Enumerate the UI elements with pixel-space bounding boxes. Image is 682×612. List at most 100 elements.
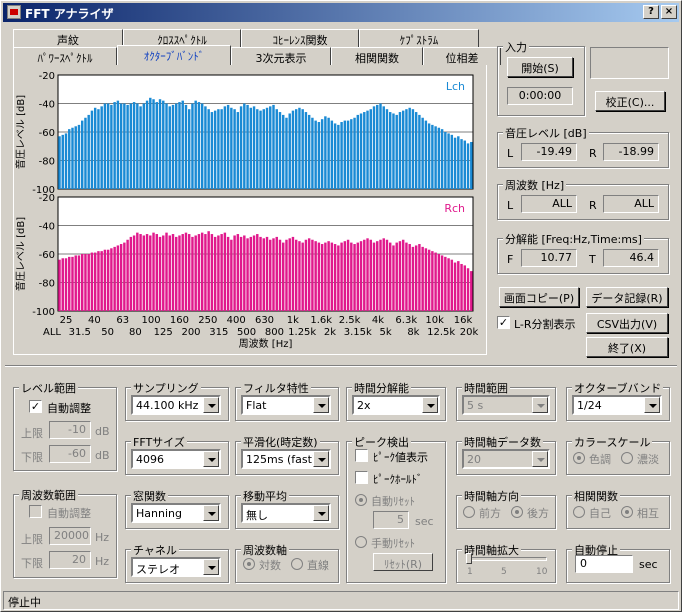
bar	[136, 232, 139, 312]
chevron-down-icon[interactable]	[313, 451, 329, 467]
x-tick-label: ALL	[43, 327, 61, 338]
bar	[184, 104, 188, 189]
bar	[106, 249, 110, 311]
freq-auto-checkbox[interactable]	[29, 505, 42, 518]
exit-button[interactable]: 終了(X)	[586, 337, 668, 357]
peak-hold-checkbox[interactable]	[355, 471, 368, 484]
tab-6[interactable]: ｵｸﾀｰﾌﾞﾊﾞﾝﾄﾞ	[117, 45, 231, 65]
color-scale-color-radio[interactable]	[573, 452, 585, 464]
time-zoom-thumb[interactable]	[466, 553, 472, 564]
x-tick-label: 31.5	[69, 327, 91, 338]
time-zoom-track[interactable]	[467, 557, 547, 561]
bar	[369, 109, 372, 189]
bar	[330, 120, 334, 189]
octave-select[interactable]: 1/24	[572, 395, 662, 415]
filter-select[interactable]: Flat	[241, 395, 331, 415]
bar	[113, 246, 116, 312]
tab-7[interactable]: 3次元表示	[231, 47, 331, 65]
color-scale-shade-radio[interactable]	[621, 452, 633, 464]
bar	[207, 109, 210, 189]
chevron-down-icon[interactable]	[532, 397, 548, 413]
level-auto-checkbox[interactable]: ✓	[29, 400, 42, 413]
screen-copy-button[interactable]: 画面コピー(P)	[499, 287, 579, 307]
correlation-self-radio[interactable]	[573, 506, 585, 518]
bar	[184, 232, 188, 312]
chevron-down-icon[interactable]	[532, 451, 548, 467]
bar	[217, 235, 220, 311]
app-icon	[7, 5, 21, 19]
bar	[223, 106, 227, 189]
bar	[200, 232, 204, 312]
moving-avg-select[interactable]: 無し	[241, 503, 331, 523]
chevron-down-icon[interactable]	[203, 559, 219, 575]
time-dir-back-radio[interactable]	[511, 506, 523, 518]
chevron-down-icon[interactable]	[644, 397, 660, 413]
fft-size-select[interactable]: 4096	[131, 449, 221, 469]
sampling-select[interactable]: 44.100 kHz	[131, 395, 221, 415]
freq-axis-linear-label: 直線	[307, 559, 329, 572]
smoothing-select[interactable]: 125ms (fast)	[241, 449, 331, 469]
peak-show-label: ﾋﾟｰｸ値表示	[373, 451, 428, 464]
bar	[243, 103, 246, 189]
bar	[77, 255, 81, 311]
bar	[275, 109, 278, 189]
bar	[110, 248, 113, 311]
bar	[311, 239, 314, 311]
time-range-select[interactable]: 5 s	[462, 395, 550, 415]
chevron-down-icon[interactable]	[422, 397, 438, 413]
freq-axis-log-radio[interactable]	[243, 558, 255, 570]
chevron-down-icon[interactable]	[203, 397, 219, 413]
bar	[152, 99, 155, 189]
tab-1[interactable]: 声紋	[13, 29, 123, 47]
reset-button[interactable]: ﾘｾｯﾄ(R)	[373, 553, 433, 571]
correlation-mutual-radio[interactable]	[621, 506, 633, 518]
bar	[460, 263, 463, 311]
time-data-select[interactable]: 20	[462, 449, 550, 469]
chevron-down-icon[interactable]	[313, 397, 329, 413]
bar	[249, 107, 253, 189]
window-fn-select[interactable]: Hanning	[131, 503, 221, 523]
bar	[103, 249, 107, 311]
tab-5[interactable]: ﾊﾟﾜｰｽﾍﾟｸﾄﾙ	[13, 47, 117, 65]
time-dir-front-radio[interactable]	[463, 506, 475, 518]
lr-split-checkbox[interactable]: ✓	[497, 316, 510, 329]
level-lower-field[interactable]: -60	[49, 445, 91, 463]
bar	[421, 117, 424, 189]
close-button[interactable]: ×	[661, 5, 677, 19]
bar	[395, 114, 398, 189]
chevron-down-icon[interactable]	[203, 451, 219, 467]
start-button[interactable]: 開始(S)	[507, 57, 573, 77]
calibrate-button[interactable]: 校正(C)...	[595, 91, 665, 111]
channel-select[interactable]: ステレオ	[131, 557, 221, 577]
help-button[interactable]: ?	[643, 5, 659, 19]
auto-stop-field[interactable]: 0	[575, 555, 633, 573]
sampling-value: 44.100 kHz	[136, 399, 199, 412]
tab-3[interactable]: ｺﾋｰﾚﾝｽ関数	[241, 29, 359, 47]
data-record-button[interactable]: データ記録(R)	[586, 287, 668, 307]
chevron-down-icon[interactable]	[203, 505, 219, 521]
bar	[181, 100, 184, 189]
level-upper-field[interactable]: -10	[49, 421, 91, 439]
peak-show-checkbox[interactable]	[355, 449, 368, 462]
x-tick-label: 20k	[460, 327, 479, 338]
time-res-select[interactable]: 2x	[352, 395, 440, 415]
bar	[136, 103, 139, 189]
bar	[81, 120, 84, 189]
bar	[123, 103, 126, 189]
csv-output-button[interactable]: CSV出力(V)	[586, 313, 668, 333]
bar	[243, 235, 246, 311]
auto-reset-field[interactable]: 5	[373, 511, 409, 529]
bar	[444, 256, 447, 311]
chevron-down-icon[interactable]	[313, 505, 329, 521]
freq-range-label: 周波数範囲	[19, 487, 78, 503]
tab-9[interactable]: 位相差	[423, 47, 501, 65]
auto-reset-radio[interactable]	[355, 494, 367, 506]
freq-lower-field[interactable]: 20	[49, 551, 91, 569]
freq-upper-field[interactable]: 20000	[49, 527, 91, 545]
freq-axis-linear-radio[interactable]	[291, 558, 303, 570]
tab-4[interactable]: ｹﾌﾟｽﾄﾗﾑ	[359, 29, 479, 47]
manual-reset-radio[interactable]	[355, 536, 367, 548]
tab-8[interactable]: 相関関数	[331, 47, 423, 65]
bar	[139, 106, 142, 189]
x-tick-label: 400	[227, 315, 246, 326]
